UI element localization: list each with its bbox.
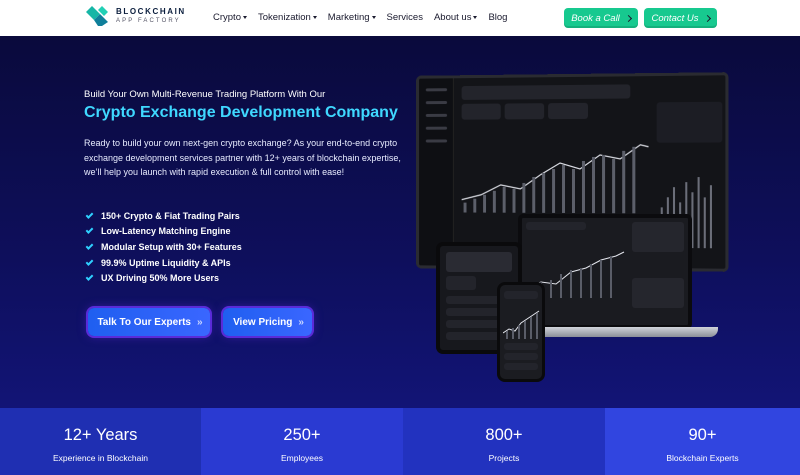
tablet-header-card xyxy=(446,252,512,272)
check-icon xyxy=(86,227,94,235)
site-header: BLOCKCHAIN APP FACTORY Crypto Tokenizati… xyxy=(0,0,800,36)
stat-label: Experience in Blockchain xyxy=(53,453,148,463)
phone-row xyxy=(504,343,538,350)
nav-item-about-us[interactable]: About us xyxy=(434,12,478,23)
nav-label: Services xyxy=(387,12,423,23)
growth-chart-image xyxy=(462,125,651,216)
list-item: Low-Latency Matching Engine xyxy=(86,224,242,240)
chevron-down-icon xyxy=(473,16,477,19)
stat-employees: 250+ Employees xyxy=(201,408,403,475)
talk-to-experts-button[interactable]: Talk To Our Experts » xyxy=(88,308,210,336)
phone-header-bar xyxy=(504,291,538,299)
phone-row xyxy=(504,363,538,370)
list-item: UX Driving 50% More Users xyxy=(86,270,242,286)
chevron-down-icon xyxy=(243,16,247,19)
chevron-down-icon xyxy=(313,16,317,19)
nav-label: About us xyxy=(434,12,472,23)
nav-label: Crypto xyxy=(213,12,241,23)
nav-item-services[interactable]: Services xyxy=(387,12,423,23)
laptop-side-card xyxy=(632,278,684,308)
dashboard-balance-card xyxy=(657,102,723,143)
stat-value: 250+ xyxy=(283,426,320,445)
stat-value: 800+ xyxy=(485,426,522,445)
tablet-value-card xyxy=(446,276,476,290)
hero-description: Ready to build your own next-gen crypto … xyxy=(84,136,404,180)
main-nav: Crypto Tokenization Marketing Services A… xyxy=(213,12,507,23)
stat-experience: 12+ Years Experience in Blockchain xyxy=(0,408,201,475)
nav-label: Marketing xyxy=(328,12,370,23)
dashboard-devices-illustration xyxy=(410,74,730,404)
feature-list: 150+ Crypto & Fiat Trading Pairs Low-Lat… xyxy=(86,208,242,286)
phone-row xyxy=(504,353,538,360)
list-item: 150+ Crypto & Fiat Trading Pairs xyxy=(86,208,242,224)
double-chevron-right-icon: » xyxy=(197,317,201,328)
check-icon xyxy=(86,211,94,219)
chevron-down-icon xyxy=(372,16,376,19)
stat-value: 12+ Years xyxy=(64,426,138,445)
feature-text: 99.9% Uptime Liquidity & APIs xyxy=(101,258,231,268)
hero-subtitle: Build Your Own Multi-Revenue Trading Pla… xyxy=(84,89,325,100)
dashboard-stat-card xyxy=(548,103,588,119)
nav-label: Tokenization xyxy=(258,12,311,23)
talk-to-experts-label: Talk To Our Experts xyxy=(97,317,191,328)
stat-label: Employees xyxy=(281,453,323,463)
hero-title: Crypto Exchange Development Company xyxy=(84,104,398,122)
book-a-call-label: Book a Call xyxy=(571,13,620,24)
view-pricing-label: View Pricing xyxy=(233,317,292,328)
nav-item-marketing[interactable]: Marketing xyxy=(328,12,376,23)
nav-item-tokenization[interactable]: Tokenization xyxy=(258,12,317,23)
check-icon xyxy=(86,273,94,281)
stats-bar: 12+ Years Experience in Blockchain 250+ … xyxy=(0,408,800,475)
double-chevron-right-icon: » xyxy=(298,317,302,328)
logo-mark-icon xyxy=(84,6,110,26)
logo-text-line2: APP FACTORY xyxy=(116,18,186,24)
feature-text: UX Driving 50% More Users xyxy=(101,273,219,283)
laptop-header-bar xyxy=(526,222,586,230)
nav-item-blog[interactable]: Blog xyxy=(488,12,507,23)
nav-item-crypto[interactable]: Crypto xyxy=(213,12,247,23)
book-a-call-button[interactable]: Book a Call xyxy=(564,8,638,28)
phone-chart-image xyxy=(503,303,541,339)
dashboard-header-bar xyxy=(462,84,631,100)
phone-dashboard-image xyxy=(497,282,545,382)
dashboard-sidebar-image xyxy=(419,78,454,265)
view-pricing-button[interactable]: View Pricing » xyxy=(223,308,312,336)
hero-section: Build Your Own Multi-Revenue Trading Pla… xyxy=(0,36,800,408)
arrow-right-icon xyxy=(703,14,710,21)
list-item: 99.9% Uptime Liquidity & APIs xyxy=(86,255,242,271)
contact-us-label: Contact Us xyxy=(652,13,699,24)
laptop-balance-card xyxy=(632,222,684,252)
company-logo[interactable]: BLOCKCHAIN APP FACTORY xyxy=(84,6,186,26)
stat-label: Projects xyxy=(489,453,520,463)
arrow-right-icon xyxy=(625,14,632,21)
feature-text: Modular Setup with 30+ Features xyxy=(101,242,242,252)
dashboard-stat-card xyxy=(505,103,544,119)
list-item: Modular Setup with 30+ Features xyxy=(86,239,242,255)
stat-value: 90+ xyxy=(689,426,717,445)
feature-text: 150+ Crypto & Fiat Trading Pairs xyxy=(101,211,240,221)
stat-projects: 800+ Projects xyxy=(403,408,605,475)
stat-experts: 90+ Blockchain Experts xyxy=(605,408,800,475)
dashboard-stat-card xyxy=(462,104,501,120)
check-icon xyxy=(86,258,94,266)
contact-us-button[interactable]: Contact Us xyxy=(644,8,717,28)
stat-label: Blockchain Experts xyxy=(666,453,738,463)
nav-label: Blog xyxy=(488,12,507,23)
check-icon xyxy=(86,242,94,250)
logo-text-line1: BLOCKCHAIN xyxy=(116,8,186,16)
feature-text: Low-Latency Matching Engine xyxy=(101,226,231,236)
